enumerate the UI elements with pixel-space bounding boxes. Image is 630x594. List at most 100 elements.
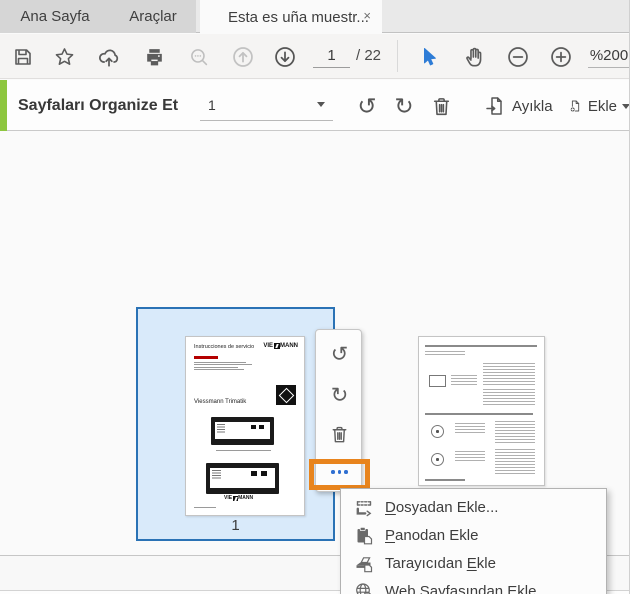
brand-mark-icon xyxy=(273,343,280,349)
chevron-down-icon xyxy=(317,102,325,107)
extract-pages-button[interactable]: Ayıkla xyxy=(484,90,560,122)
menu-item-label: Web Sayfasından Ekle... xyxy=(385,582,549,594)
tab-home-label: Ana Sayfa xyxy=(20,8,90,25)
extract-page-icon xyxy=(486,97,502,115)
brand-mark-icon xyxy=(232,495,238,501)
zoom-level-input[interactable] xyxy=(588,44,629,68)
printer-icon xyxy=(146,48,162,65)
menu-item-insert-from-clipboard[interactable]: Panodan Ekle xyxy=(341,521,606,549)
mini-rotate-right-button[interactable]: ↻ xyxy=(316,378,363,412)
next-page-button[interactable] xyxy=(270,42,300,72)
annotation-highlight-more-button xyxy=(309,459,370,490)
rotate-left-button[interactable]: ↺ xyxy=(352,90,382,122)
mini-delete-button[interactable] xyxy=(316,417,363,451)
search-button[interactable] xyxy=(184,42,214,72)
menu-item-label: Tarayıcıdan Ekle xyxy=(385,554,496,572)
menu-item-insert-from-file[interactable]: Dosyadan Ekle... xyxy=(341,493,606,521)
text-block xyxy=(455,423,485,433)
text-line xyxy=(194,369,244,370)
control-panel-image xyxy=(211,417,274,445)
control-panel-image xyxy=(206,463,279,494)
zoom-in-button[interactable] xyxy=(546,42,576,72)
page1-brand-logo-bottom: VIE MANN xyxy=(224,495,254,501)
panel-button xyxy=(261,471,267,476)
plus-circle-icon xyxy=(551,47,571,67)
acrobat-window: Ana Sayfa Araçlar Esta es uña muestr... … xyxy=(0,0,630,594)
panel-button xyxy=(259,425,264,429)
text-block xyxy=(483,389,535,405)
search-more-icon xyxy=(190,48,207,65)
save-icon xyxy=(15,49,31,65)
dial-diagram xyxy=(431,453,444,466)
page-range-value: 1 xyxy=(208,96,216,113)
panel-face xyxy=(210,468,275,488)
trash-icon xyxy=(433,97,449,115)
text-line xyxy=(194,366,238,368)
thumbnail-grid: Instrucciones de servicio VIE MANN Viessm… xyxy=(0,131,629,594)
insert-context-menu: Dosyadan Ekle... Panodan Ekle Tarayıcıda… xyxy=(340,488,607,594)
dial-diagram xyxy=(431,425,444,438)
page-1-thumbnail[interactable]: Instrucciones de servicio VIE MANN Viessm… xyxy=(185,336,305,516)
save-button[interactable] xyxy=(8,42,38,72)
star-button[interactable] xyxy=(49,42,79,72)
share-button[interactable] xyxy=(94,42,124,72)
rotate-cw-icon: ↻ xyxy=(330,383,349,407)
diamond-logo xyxy=(276,385,296,405)
page-2-thumbnail[interactable] xyxy=(418,336,545,486)
menu-item-label: Panodan Ekle xyxy=(385,526,479,544)
rotate-right-button[interactable]: ↻ xyxy=(389,90,419,122)
insert-from-scanner-icon xyxy=(351,553,377,573)
extract-pages-label: Ayıkla xyxy=(512,97,553,115)
page-total-label: / 22 xyxy=(356,47,382,64)
close-tab-icon[interactable]: × xyxy=(363,9,371,23)
arrow-up-circle-icon xyxy=(233,47,253,67)
toolbar-separator xyxy=(397,40,398,72)
organize-pages-title: Sayfaları Organize Et xyxy=(18,96,179,114)
tab-tools[interactable]: Araçlar xyxy=(110,0,196,33)
page-1-number-label: 1 xyxy=(231,517,240,534)
cloud-upload-icon xyxy=(99,49,119,67)
text-block xyxy=(495,421,535,443)
zoom-out-button[interactable] xyxy=(503,42,533,72)
print-button[interactable] xyxy=(139,42,169,72)
page1-model-title: Viessmann Trimatik xyxy=(194,399,247,405)
menu-item-insert-from-scanner[interactable]: Tarayıcıdan Ekle xyxy=(341,549,606,577)
red-text-bar xyxy=(194,356,218,359)
chevron-down-icon xyxy=(622,103,629,109)
select-tool-button[interactable] xyxy=(415,42,445,72)
tool-accent-bar xyxy=(0,80,7,131)
text-block xyxy=(451,375,477,385)
mini-rotate-left-button[interactable]: ↺ xyxy=(316,337,363,371)
caption-line xyxy=(216,450,271,451)
insert-from-web-icon xyxy=(351,581,377,594)
rotate-ccw-icon: ↺ xyxy=(330,342,349,366)
heading-line xyxy=(425,413,533,415)
insert-pages-button[interactable]: Ekle xyxy=(568,90,629,122)
text-block xyxy=(495,449,535,475)
footer-line xyxy=(194,507,216,508)
hand-tool-button[interactable] xyxy=(460,42,490,72)
page-range-select[interactable]: 1 xyxy=(200,89,333,121)
star-icon xyxy=(55,47,73,65)
rotate-cw-icon: ↻ xyxy=(394,92,414,119)
insert-pages-label: Ekle xyxy=(587,97,617,115)
panel-face xyxy=(215,422,270,439)
page-number-input[interactable] xyxy=(313,44,350,68)
tab-home[interactable]: Ana Sayfa xyxy=(0,0,110,33)
panel-text xyxy=(217,424,225,433)
paste-from-clipboard-icon xyxy=(351,525,377,545)
panel-text xyxy=(212,470,221,480)
previous-page-button[interactable] xyxy=(228,42,258,72)
organize-pages-bar: Sayfaları Organize Et 1 ↺ ↻ Ayıkla Ekle xyxy=(0,80,629,202)
arrow-down-circle-icon xyxy=(275,47,295,67)
page1-brand-logo: VIE MANN xyxy=(263,343,298,349)
rotate-ccw-icon: ↺ xyxy=(357,92,377,119)
cursor-arrow-icon xyxy=(424,48,436,66)
page1-doc-title: Instrucciones de servicio xyxy=(194,344,255,350)
tab-document[interactable]: Esta es uña muestr... × xyxy=(200,0,382,34)
menu-item-insert-from-web[interactable]: Web Sayfasından Ekle... xyxy=(341,577,606,594)
tab-document-label: Esta es uña muestr... xyxy=(228,8,369,26)
delete-pages-button[interactable] xyxy=(426,90,456,122)
hand-icon xyxy=(466,47,482,67)
insert-from-file-icon xyxy=(351,497,377,517)
